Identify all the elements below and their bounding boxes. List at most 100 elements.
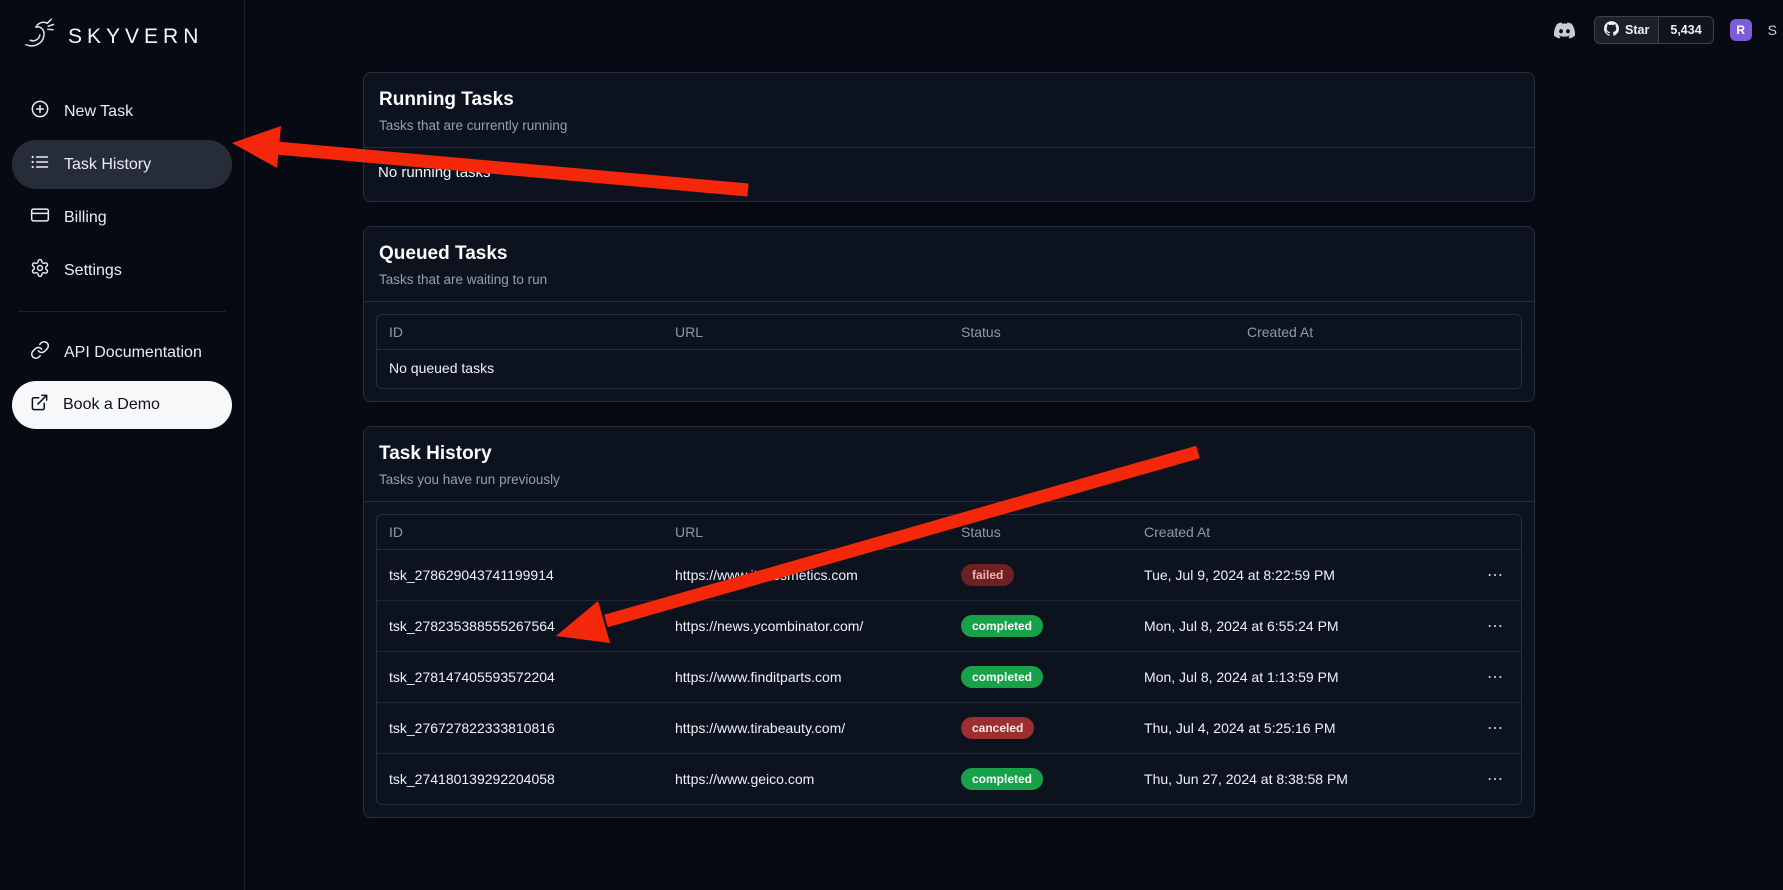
app-window: SKYVERN New Task Task History: [0, 0, 1783, 890]
sidebar-item-label: Billing: [64, 209, 107, 227]
discord-icon[interactable]: [1551, 20, 1578, 41]
card-title: Running Tasks: [379, 89, 1519, 111]
task-actions-cell: ⋯: [1452, 703, 1521, 754]
skyvern-dragon-icon: [18, 14, 60, 59]
task-history-header: Task History Tasks you have run previous…: [364, 427, 1534, 502]
row-actions-button[interactable]: ⋯: [1481, 773, 1509, 787]
column-header-url: URL: [663, 315, 949, 350]
table-row[interactable]: tsk_278147405593572204 https://www.findi…: [377, 652, 1521, 703]
column-header-id: ID: [377, 315, 663, 350]
card-title: Queued Tasks: [379, 243, 1519, 265]
task-actions-cell: ⋯: [1452, 550, 1521, 601]
task-url-cell[interactable]: https://www.geico.com: [663, 754, 949, 805]
sidebar-item-new-task[interactable]: New Task: [12, 87, 232, 136]
row-actions-button[interactable]: ⋯: [1481, 620, 1509, 634]
plus-circle-icon: [30, 99, 50, 124]
queued-tasks-empty: No queued tasks: [377, 350, 1521, 389]
task-status-cell: canceled: [949, 703, 1132, 754]
truncated-username: S: [1768, 22, 1777, 38]
row-actions-button[interactable]: ⋯: [1481, 569, 1509, 583]
queued-tasks-table: ID URL Status Created At No queued tasks: [376, 314, 1522, 389]
task-id-cell[interactable]: tsk_278235388555267564: [377, 601, 663, 652]
sidebar-item-label: API Documentation: [64, 344, 202, 362]
task-url-cell[interactable]: https://www.finditparts.com: [663, 652, 949, 703]
avatar[interactable]: R: [1730, 19, 1752, 41]
card-subtitle: Tasks that are currently running: [379, 118, 1519, 133]
list-icon: [30, 152, 50, 177]
sidebar-item-task-history[interactable]: Task History: [12, 140, 232, 189]
column-header-status: Status: [949, 315, 1235, 350]
sidebar-item-settings[interactable]: Settings: [12, 246, 232, 295]
card-subtitle: Tasks you have run previously: [379, 472, 1519, 487]
status-badge: failed: [961, 564, 1014, 586]
sidebar: SKYVERN New Task Task History: [0, 0, 245, 890]
credit-card-icon: [30, 205, 50, 230]
column-header-id: ID: [377, 515, 663, 550]
task-actions-cell: ⋯: [1452, 652, 1521, 703]
queued-tasks-header: Queued Tasks Tasks that are waiting to r…: [364, 227, 1534, 302]
task-status-cell: completed: [949, 601, 1132, 652]
sidebar-item-billing[interactable]: Billing: [12, 193, 232, 242]
brand-name: SKYVERN: [68, 25, 203, 49]
task-created-cell: Mon, Jul 8, 2024 at 6:55:24 PM: [1132, 601, 1452, 652]
running-tasks-empty: No running tasks: [364, 148, 1534, 201]
table-row[interactable]: tsk_276727822333810816 https://www.tirab…: [377, 703, 1521, 754]
github-star-count: 5,434: [1658, 17, 1712, 43]
task-created-cell: Thu, Jun 27, 2024 at 8:38:58 PM: [1132, 754, 1452, 805]
sidebar-item-label: Task History: [64, 156, 151, 174]
topbar: Star 5,434 R S: [245, 0, 1783, 56]
status-badge: completed: [961, 666, 1043, 688]
task-status-cell: failed: [949, 550, 1132, 601]
card-title: Task History: [379, 443, 1519, 465]
task-url-cell[interactable]: https://www.tirabeauty.com/: [663, 703, 949, 754]
row-actions-button[interactable]: ⋯: [1481, 671, 1509, 685]
task-actions-cell: ⋯: [1452, 754, 1521, 805]
task-url-cell[interactable]: https://www.itecosmetics.com: [663, 550, 949, 601]
column-header-created-at: Created At: [1235, 315, 1521, 350]
history-table-body: tsk_278629043741199914 https://www.iteco…: [377, 550, 1521, 805]
task-history-card: Task History Tasks you have run previous…: [363, 426, 1535, 818]
external-link-icon: [30, 393, 49, 417]
github-icon: [1604, 21, 1619, 39]
task-id-cell[interactable]: tsk_278147405593572204: [377, 652, 663, 703]
task-actions-cell: ⋯: [1452, 601, 1521, 652]
running-tasks-header: Running Tasks Tasks that are currently r…: [364, 73, 1534, 148]
status-badge: canceled: [961, 717, 1034, 739]
row-actions-button[interactable]: ⋯: [1481, 722, 1509, 736]
sidebar-item-api-documentation[interactable]: API Documentation: [12, 328, 232, 377]
sidebar-item-label: Settings: [64, 262, 122, 280]
column-header-actions: [1452, 515, 1521, 550]
card-subtitle: Tasks that are waiting to run: [379, 272, 1519, 287]
task-history-table: ID URL Status Created At tsk_27862904374…: [376, 514, 1522, 805]
task-created-cell: Mon, Jul 8, 2024 at 1:13:59 PM: [1132, 652, 1452, 703]
task-created-cell: Thu, Jul 4, 2024 at 5:25:16 PM: [1132, 703, 1452, 754]
gear-icon: [30, 258, 50, 283]
github-star-widget[interactable]: Star 5,434: [1594, 16, 1714, 44]
github-star-label: Star: [1625, 23, 1649, 37]
sidebar-item-label: Book a Demo: [63, 396, 160, 414]
link-icon: [30, 340, 50, 365]
sidebar-item-label: New Task: [64, 103, 133, 121]
logo[interactable]: SKYVERN: [12, 10, 232, 83]
content: Running Tasks Tasks that are currently r…: [363, 56, 1535, 818]
task-url-cell[interactable]: https://news.ycombinator.com/: [663, 601, 949, 652]
task-id-cell[interactable]: tsk_274180139292204058: [377, 754, 663, 805]
column-header-url: URL: [663, 515, 949, 550]
running-tasks-card: Running Tasks Tasks that are currently r…: [363, 72, 1535, 202]
sidebar-divider: [18, 311, 226, 312]
task-status-cell: completed: [949, 754, 1132, 805]
status-badge: completed: [961, 768, 1043, 790]
table-row[interactable]: tsk_278629043741199914 https://www.iteco…: [377, 550, 1521, 601]
column-header-created-at: Created At: [1132, 515, 1452, 550]
task-status-cell: completed: [949, 652, 1132, 703]
main-area: Star 5,434 R S Running Tasks Tasks that …: [245, 0, 1783, 890]
column-header-status: Status: [949, 515, 1132, 550]
table-row[interactable]: tsk_278235388555267564 https://news.ycom…: [377, 601, 1521, 652]
sidebar-item-book-a-demo[interactable]: Book a Demo: [12, 381, 232, 429]
task-id-cell[interactable]: tsk_278629043741199914: [377, 550, 663, 601]
task-created-cell: Tue, Jul 9, 2024 at 8:22:59 PM: [1132, 550, 1452, 601]
table-row[interactable]: tsk_274180139292204058 https://www.geico…: [377, 754, 1521, 805]
empty-row: No queued tasks: [377, 350, 1521, 389]
queued-tasks-card: Queued Tasks Tasks that are waiting to r…: [363, 226, 1535, 402]
task-id-cell[interactable]: tsk_276727822333810816: [377, 703, 663, 754]
